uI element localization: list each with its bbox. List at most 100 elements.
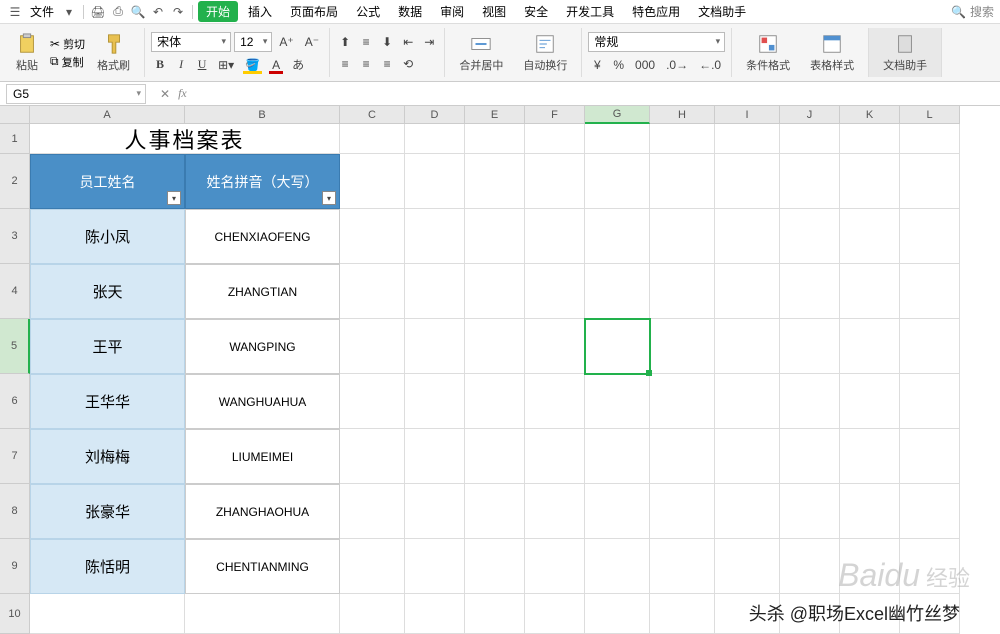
col-header-C[interactable]: C <box>340 106 405 124</box>
search-icon[interactable]: 🔍 <box>951 5 966 19</box>
cell[interactable] <box>340 319 405 374</box>
increase-font-icon[interactable]: A⁺ <box>275 33 297 51</box>
cell[interactable]: LIUMEIMEI <box>185 429 340 484</box>
cell[interactable] <box>525 124 585 154</box>
cell[interactable] <box>585 264 650 319</box>
cell[interactable] <box>650 429 715 484</box>
print-icon[interactable]: ⎙ <box>109 3 127 21</box>
row-header[interactable]: 4 <box>0 264 30 319</box>
row-header[interactable]: 2 <box>0 154 30 209</box>
cell[interactable] <box>900 429 960 484</box>
cell[interactable]: 刘梅梅 <box>30 429 185 484</box>
cell[interactable] <box>650 209 715 264</box>
cell[interactable] <box>780 209 840 264</box>
cell[interactable] <box>780 484 840 539</box>
tab-data[interactable]: 数据 <box>390 1 430 22</box>
tab-view[interactable]: 视图 <box>474 1 514 22</box>
cell[interactable] <box>900 154 960 209</box>
cell[interactable] <box>465 594 525 634</box>
cell[interactable] <box>715 319 780 374</box>
cell[interactable] <box>715 154 780 209</box>
cell[interactable] <box>840 484 900 539</box>
cell[interactable] <box>340 484 405 539</box>
file-label[interactable]: 文件 <box>26 3 58 20</box>
cell[interactable]: 张豪华 <box>30 484 185 539</box>
chevron-down-icon[interactable]: ▾ <box>60 3 78 21</box>
cell[interactable]: CHENTIANMING <box>185 539 340 594</box>
cell[interactable] <box>585 124 650 154</box>
cell[interactable] <box>585 209 650 264</box>
wrap-text-button[interactable]: 自动换行 <box>515 31 575 75</box>
cut-button[interactable]: ✂剪切 <box>50 36 85 52</box>
cell[interactable]: 陈恬明 <box>30 539 185 594</box>
search-label[interactable]: 搜索 <box>970 3 994 20</box>
cell[interactable] <box>465 374 525 429</box>
italic-button[interactable]: I <box>172 56 190 74</box>
cell[interactable] <box>585 539 650 594</box>
align-left-icon[interactable]: ≡ <box>336 55 354 73</box>
cell[interactable] <box>340 594 405 634</box>
currency-icon[interactable]: ¥ <box>588 56 606 74</box>
col-header-G[interactable]: G <box>585 106 650 124</box>
align-center-icon[interactable]: ≡ <box>357 55 375 73</box>
tab-devtools[interactable]: 开发工具 <box>558 1 622 22</box>
cell[interactable]: 王华华 <box>30 374 185 429</box>
cell[interactable] <box>405 154 465 209</box>
col-header-H[interactable]: H <box>650 106 715 124</box>
dochelp-button[interactable]: 文档助手 <box>875 31 935 75</box>
row-header[interactable]: 6 <box>0 374 30 429</box>
select-all-corner[interactable] <box>0 106 30 124</box>
cell[interactable] <box>650 484 715 539</box>
cell[interactable] <box>405 209 465 264</box>
col-header-E[interactable]: E <box>465 106 525 124</box>
cell[interactable] <box>30 594 185 634</box>
filter-icon[interactable]: ▾ <box>167 191 181 205</box>
cell[interactable] <box>340 124 405 154</box>
cell[interactable] <box>650 264 715 319</box>
bold-button[interactable]: B <box>151 56 169 74</box>
tab-formula[interactable]: 公式 <box>348 1 388 22</box>
tab-insert[interactable]: 插入 <box>240 1 280 22</box>
cond-format-button[interactable]: 条件格式 <box>738 31 798 75</box>
tab-dochelp[interactable]: 文档助手 <box>690 1 754 22</box>
cell[interactable] <box>715 124 780 154</box>
paste-button[interactable]: 粘贴 <box>8 31 46 75</box>
cell[interactable] <box>340 374 405 429</box>
cell[interactable] <box>585 374 650 429</box>
row-header[interactable]: 7 <box>0 429 30 484</box>
cell[interactable] <box>715 539 780 594</box>
font-color-button[interactable]: A <box>267 56 285 74</box>
cell[interactable] <box>405 484 465 539</box>
decrease-font-icon[interactable]: A⁻ <box>301 33 323 51</box>
cell[interactable] <box>340 264 405 319</box>
percent-icon[interactable]: % <box>609 56 628 74</box>
fill-color-button[interactable]: 🪣 <box>241 56 264 74</box>
font-size-select[interactable]: 12 <box>234 32 272 52</box>
cell[interactable] <box>780 539 840 594</box>
cell[interactable] <box>900 319 960 374</box>
cell[interactable] <box>465 209 525 264</box>
cell[interactable] <box>900 264 960 319</box>
cell[interactable]: CHENXIAOFENG <box>185 209 340 264</box>
cell[interactable] <box>585 319 650 374</box>
cell[interactable] <box>900 484 960 539</box>
cell[interactable] <box>780 154 840 209</box>
cell[interactable]: 陈小凤 <box>30 209 185 264</box>
cell[interactable] <box>715 264 780 319</box>
cell[interactable] <box>405 374 465 429</box>
cell[interactable] <box>340 429 405 484</box>
copy-button[interactable]: ⧉复制 <box>50 54 85 70</box>
indent-left-icon[interactable]: ⇤ <box>399 33 417 51</box>
cell[interactable] <box>780 264 840 319</box>
cell[interactable] <box>340 154 405 209</box>
align-right-icon[interactable]: ≡ <box>378 55 396 73</box>
align-bottom-icon[interactable]: ⬇ <box>378 33 396 51</box>
redo-icon[interactable]: ↷ <box>169 3 187 21</box>
col-header-B[interactable]: B <box>185 106 340 124</box>
border-button[interactable]: ⊞▾ <box>214 56 238 74</box>
cell[interactable] <box>585 154 650 209</box>
align-top-icon[interactable]: ⬆ <box>336 33 354 51</box>
cell[interactable] <box>650 594 715 634</box>
cell[interactable] <box>585 594 650 634</box>
filter-icon[interactable]: ▾ <box>322 191 336 205</box>
